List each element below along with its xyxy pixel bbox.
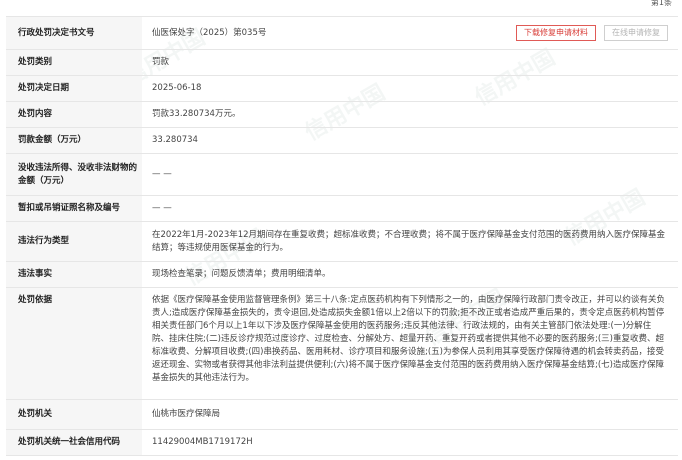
row-label: 处罚机关 [6,400,142,429]
row-decision-date: 处罚决定日期 2025-06-18 [6,76,678,102]
row-basis: 处罚依据 依据《医疗保障基金使用监督管理条例》第三十八条:定点医药机构有下列情形… [6,288,678,400]
row-value: 罚款33.280734万元。 [152,109,241,119]
row-label: 违法行为类型 [6,222,142,261]
row-value: 现场检查笔录；问题反馈清单；费用明细清单。 [152,269,331,279]
row-label: 暂扣或吊销证照名称及编号 [6,196,142,221]
row-value: 仙医保处字（2025）第035号 下载修复申请材料 在线申请修复 [142,17,678,49]
row-authority: 处罚机关 仙桃市医疗保障局 [6,400,678,430]
row-label: 处罚内容 [6,102,142,127]
row-label: 行政处罚决定书文号 [6,17,142,49]
row-value: 依据《医疗保障基金使用监督管理条例》第三十八条:定点医药机构有下列情形之一的，由… [152,295,665,383]
row-confiscated: 没收违法所得、没收非法财物的金额（万元） — — [6,154,678,196]
row-label: 处罚类别 [6,50,142,75]
row-value: — — [152,169,172,179]
row-label: 罚款金额（万元） [6,128,142,153]
page-indicator: 第1条 [650,0,672,7]
row-value: 33.280734 [152,135,198,145]
row-value: — — [152,203,172,213]
doc-number-value: 仙医保处字（2025）第035号 [152,27,267,38]
download-repair-materials-button[interactable]: 下载修复申请材料 [516,25,596,41]
row-violation-facts: 违法事实 现场检查笔录；问题反馈清单；费用明细清单。 [6,262,678,288]
row-revoked-license: 暂扣或吊销证照名称及编号 — — [6,196,678,222]
row-label: 违法事实 [6,262,142,287]
row-doc-number: 行政处罚决定书文号 仙医保处字（2025）第035号 下载修复申请材料 在线申请… [6,17,678,50]
top-bar: 第1条 [0,0,682,8]
row-amount: 罚款金额（万元） 33.280734 [6,128,678,154]
row-value: 罚款 [152,57,170,67]
row-violation-type: 违法行为类型 在2022年1月-2023年12月期间存在重复收费；超标准收费；不… [6,222,678,262]
online-repair-button[interactable]: 在线申请修复 [604,25,668,41]
row-content: 处罚内容 罚款33.280734万元。 [6,102,678,128]
row-value: 11429004MB1719172H [152,437,253,447]
row-value: 仙桃市医疗保障局 [152,409,221,419]
row-label: 处罚依据 [6,288,142,399]
row-label: 处罚决定日期 [6,76,142,101]
row-value: 2025-06-18 [152,83,202,93]
row-label: 处罚机关统一社会信用代码 [6,430,142,455]
penalty-details-table: 行政处罚决定书文号 仙医保处字（2025）第035号 下载修复申请材料 在线申请… [6,16,678,456]
row-credit-code: 处罚机关统一社会信用代码 11429004MB1719172H [6,430,678,456]
row-category: 处罚类别 罚款 [6,50,678,76]
row-value: 在2022年1月-2023年12月期间存在重复收费；超标准收费；不合理收费；将不… [152,229,666,253]
row-label: 没收违法所得、没收非法财物的金额（万元） [6,154,142,195]
